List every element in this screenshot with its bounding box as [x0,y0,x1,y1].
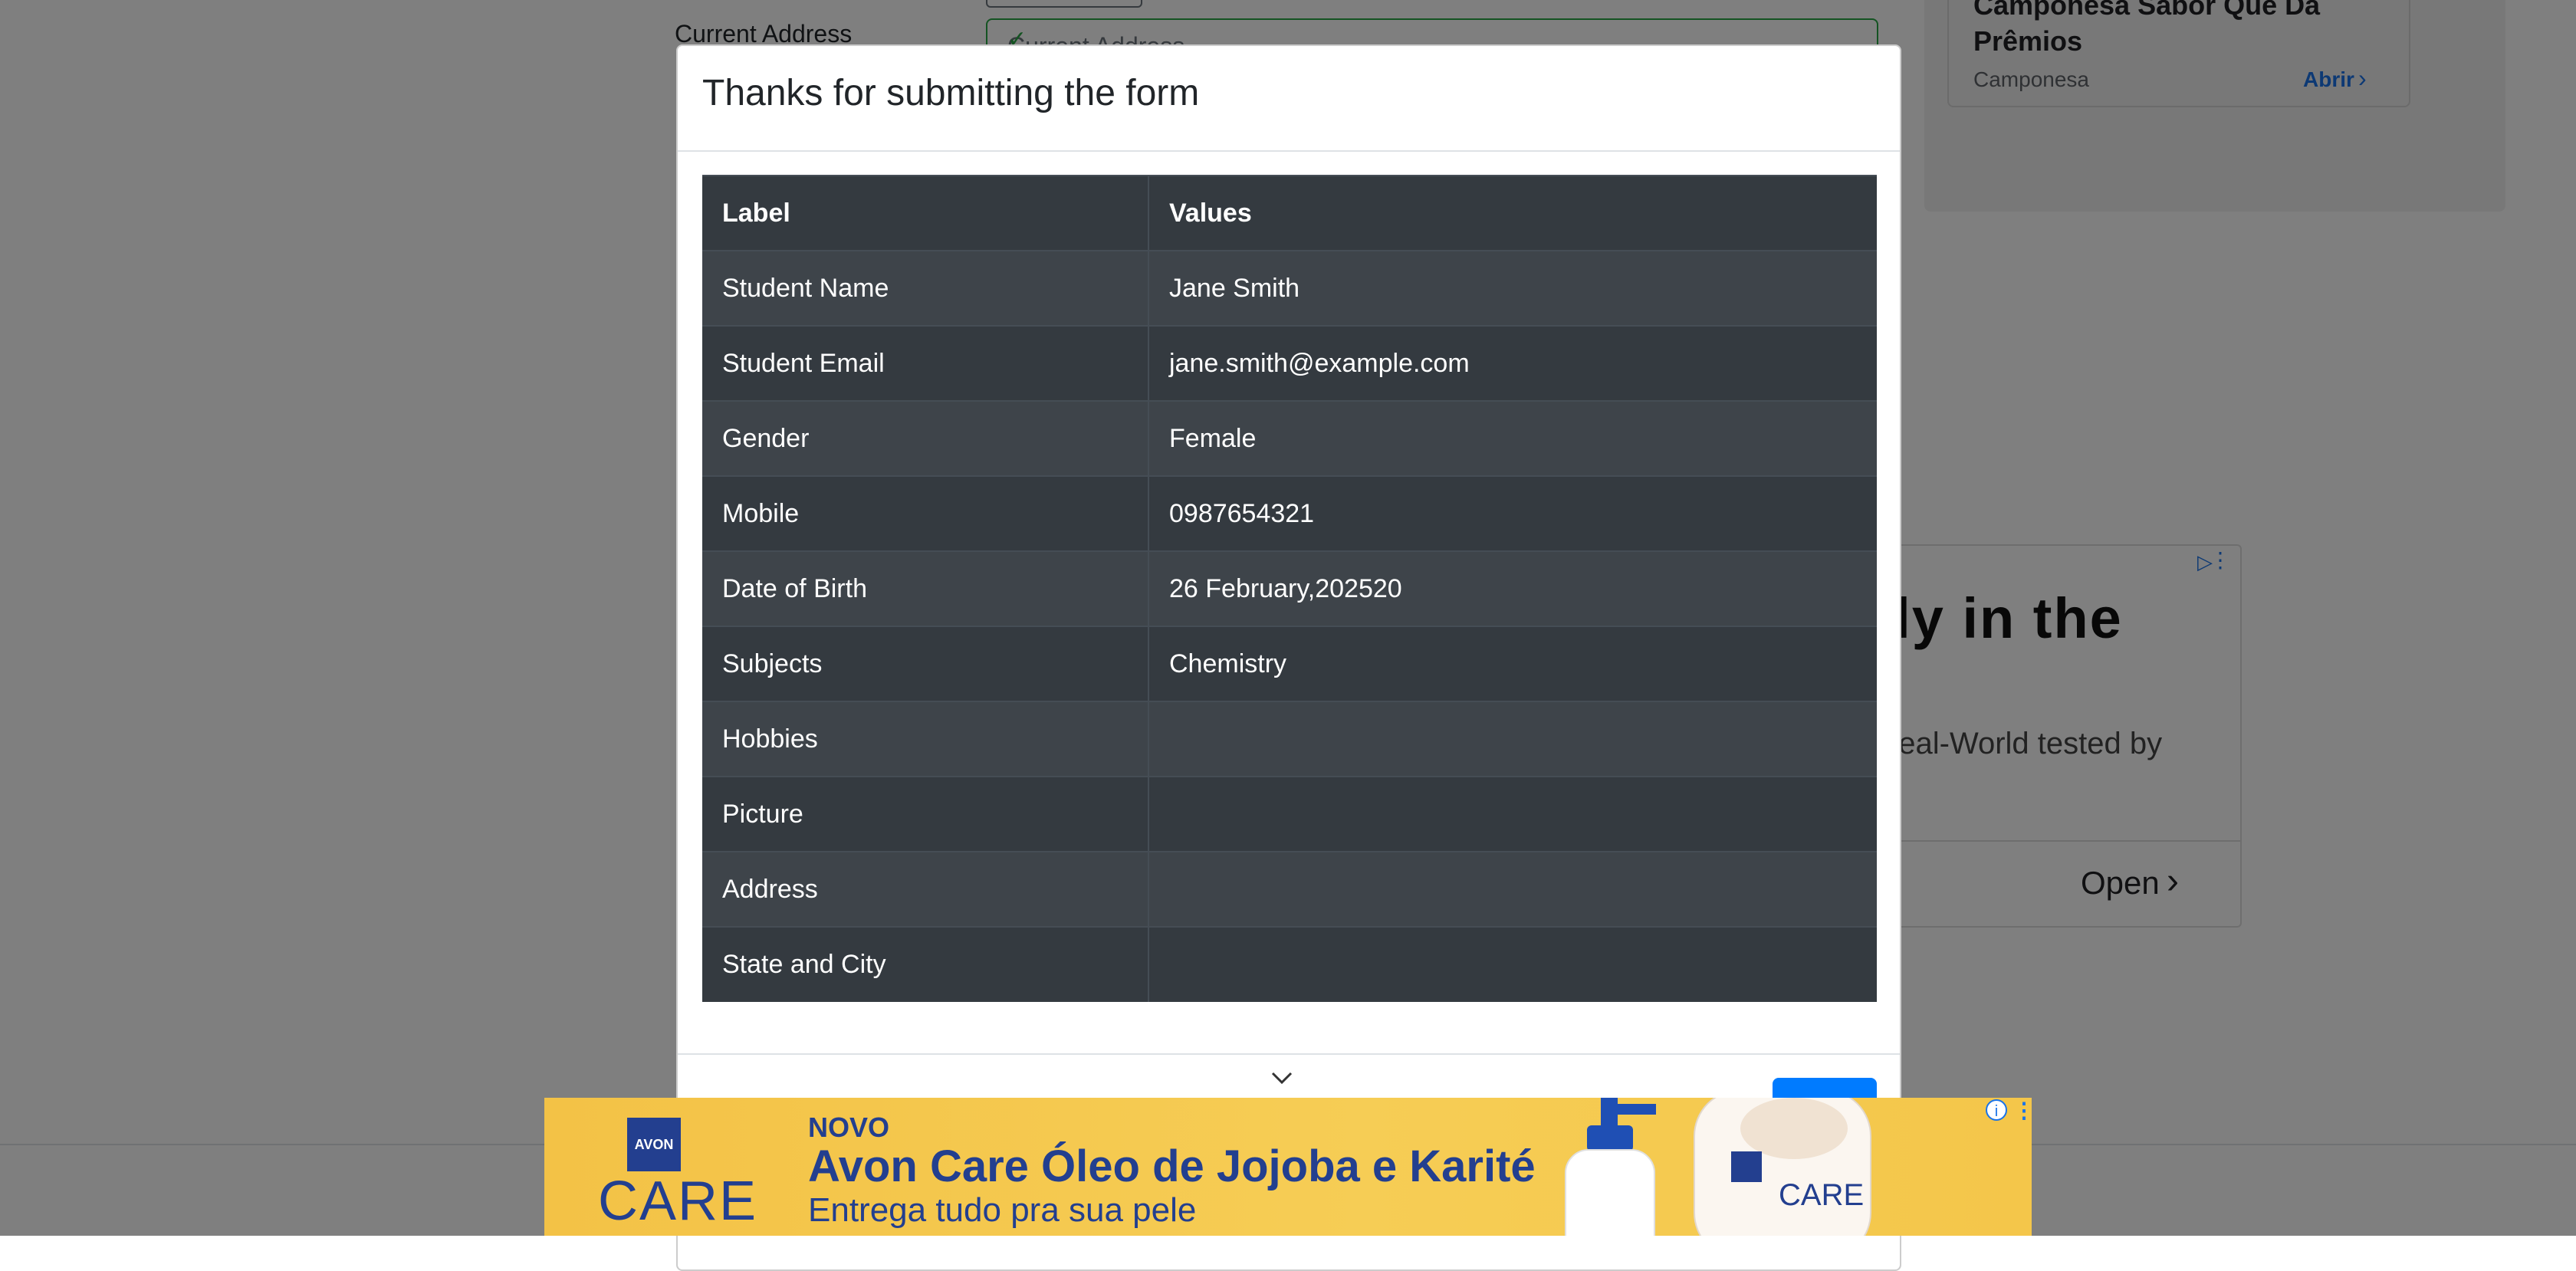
row-value: Female [1148,400,1877,476]
cream-bottle-image: CARE [1694,1098,1871,1236]
banner-headline: Avon Care Óleo de Jojoba e Karité [808,1141,1536,1191]
modal-header: Thanks for submitting the form [678,46,1900,152]
banner-kicker: NOVO [808,1112,890,1143]
table-row: Student Email jane.smith@example.com [702,325,1877,401]
avon-care-logo-text: CARE [598,1171,758,1232]
ad-menu-icon[interactable]: ⋮ [2013,1098,2032,1123]
table-row: Student Name Jane Smith [702,250,1877,326]
row-value: Jane Smith [1148,250,1877,326]
table-row: Hobbies [702,701,1877,777]
table-row: State and City [702,926,1877,1002]
table-row: Mobile 0987654321 [702,475,1877,551]
modal-title: Thanks for submitting the form [702,73,1200,113]
row-label: Hobbies [702,701,1149,777]
row-value: 0987654321 [1148,475,1877,551]
ad-info-icon[interactable]: i [1986,1099,2007,1121]
row-label: Picture [702,776,1149,852]
row-value: Chemistry [1148,626,1877,701]
row-label: Date of Birth [702,550,1149,626]
row-value: jane.smith@example.com [1148,325,1877,401]
table-row: Subjects Chemistry [702,626,1877,701]
row-value [1148,701,1877,777]
row-label: Gender [702,400,1149,476]
bottom-banner-ad[interactable]: AVON CARE NOVO Avon Care Óleo de Jojoba … [544,1098,2032,1236]
table-row: Picture [702,776,1877,852]
row-value [1148,926,1877,1002]
column-header-label: Label [702,175,1149,251]
banner-subline: Entrega tudo pra sua pele [808,1191,1197,1229]
table-row: Date of Birth 26 February,202520 [702,550,1877,626]
row-label: Address [702,851,1149,927]
table-row: Address [702,851,1877,927]
row-value: 26 February,202520 [1148,550,1877,626]
table-header-row: Label Values [702,175,1877,251]
row-label: Student Name [702,250,1149,326]
submission-table: Label Values Student Name Jane Smith Stu… [702,175,1877,1002]
row-label: Student Email [702,325,1149,401]
row-value [1148,776,1877,852]
chevron-down-icon[interactable] [1268,1064,1296,1092]
modal-footer [678,1053,1900,1055]
table-row: Gender Female [702,400,1877,476]
row-label: Subjects [702,626,1149,701]
row-label: Mobile [702,475,1149,551]
row-label: State and City [702,926,1149,1002]
row-value [1148,851,1877,927]
svg-text:CARE: CARE [1779,1178,1864,1212]
avon-logo: AVON [627,1118,681,1171]
column-header-values: Values [1148,175,1877,251]
